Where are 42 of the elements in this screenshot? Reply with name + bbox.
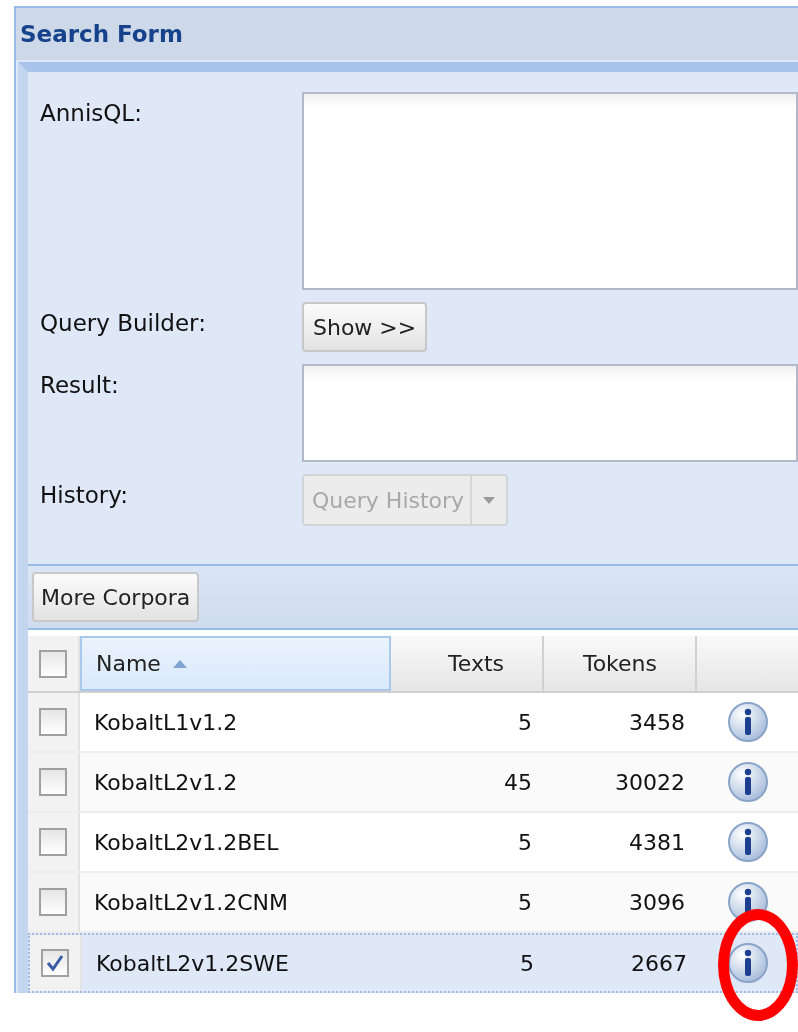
field-label: Result: [40, 371, 120, 398]
text-area[interactable] [302, 364, 798, 462]
table-cell: 5 [518, 709, 532, 735]
panel-title: Search Form [16, 8, 798, 60]
table-cell: 5 [520, 950, 534, 976]
checkbox[interactable] [39, 649, 67, 678]
table-cell: 2667 [631, 950, 687, 976]
table-cell: 30022 [615, 769, 685, 795]
table-cell: 5 [518, 829, 532, 855]
table-cell: KobaltL2v1.2SWE [96, 950, 289, 976]
check-icon [46, 954, 64, 972]
checkbox[interactable] [39, 828, 67, 856]
info-icon[interactable] [726, 821, 769, 863]
info-icon[interactable] [726, 761, 769, 803]
info-icon[interactable] [726, 701, 769, 743]
table-cell: KobaltL1v1.2 [94, 709, 238, 735]
table-cell: 3096 [629, 889, 685, 915]
table-cell: KobaltL2v1.2CNM [94, 889, 289, 915]
table-cell: 5 [518, 889, 532, 915]
text-area[interactable] [302, 92, 798, 290]
column-header[interactable]: Tokens [544, 636, 697, 691]
field-label: Query Builder: [40, 309, 207, 336]
table-row[interactable]: KobaltL2v1.2CNM 5 3096 [28, 873, 798, 933]
table-cell: KobaltL2v1.2BEL [94, 829, 279, 855]
checkbox[interactable] [39, 888, 67, 916]
table-cell: 45 [504, 769, 532, 795]
dropdown-icon [483, 496, 496, 504]
table-cell: 4381 [629, 829, 685, 855]
checkbox[interactable] [39, 768, 67, 796]
show-button[interactable]: Show >> [302, 302, 428, 352]
column-header[interactable]: Texts [391, 636, 544, 691]
more-corpora-button[interactable]: More Corpora [32, 572, 200, 622]
field-label: History: [40, 481, 129, 508]
table-cell: 3458 [629, 709, 685, 735]
table-cell: KobaltL2v1.2 [94, 769, 238, 795]
table-row[interactable]: KobaltL2v1.2SWE 5 2667 [28, 933, 798, 993]
column-header[interactable]: Name [80, 636, 391, 691]
checkbox[interactable] [39, 708, 67, 736]
table-row[interactable]: KobaltL2v1.2 45 30022 [28, 753, 798, 813]
sort-icon [172, 659, 187, 668]
checkbox[interactable] [41, 949, 69, 977]
field-label: AnnisQL: [40, 99, 143, 126]
